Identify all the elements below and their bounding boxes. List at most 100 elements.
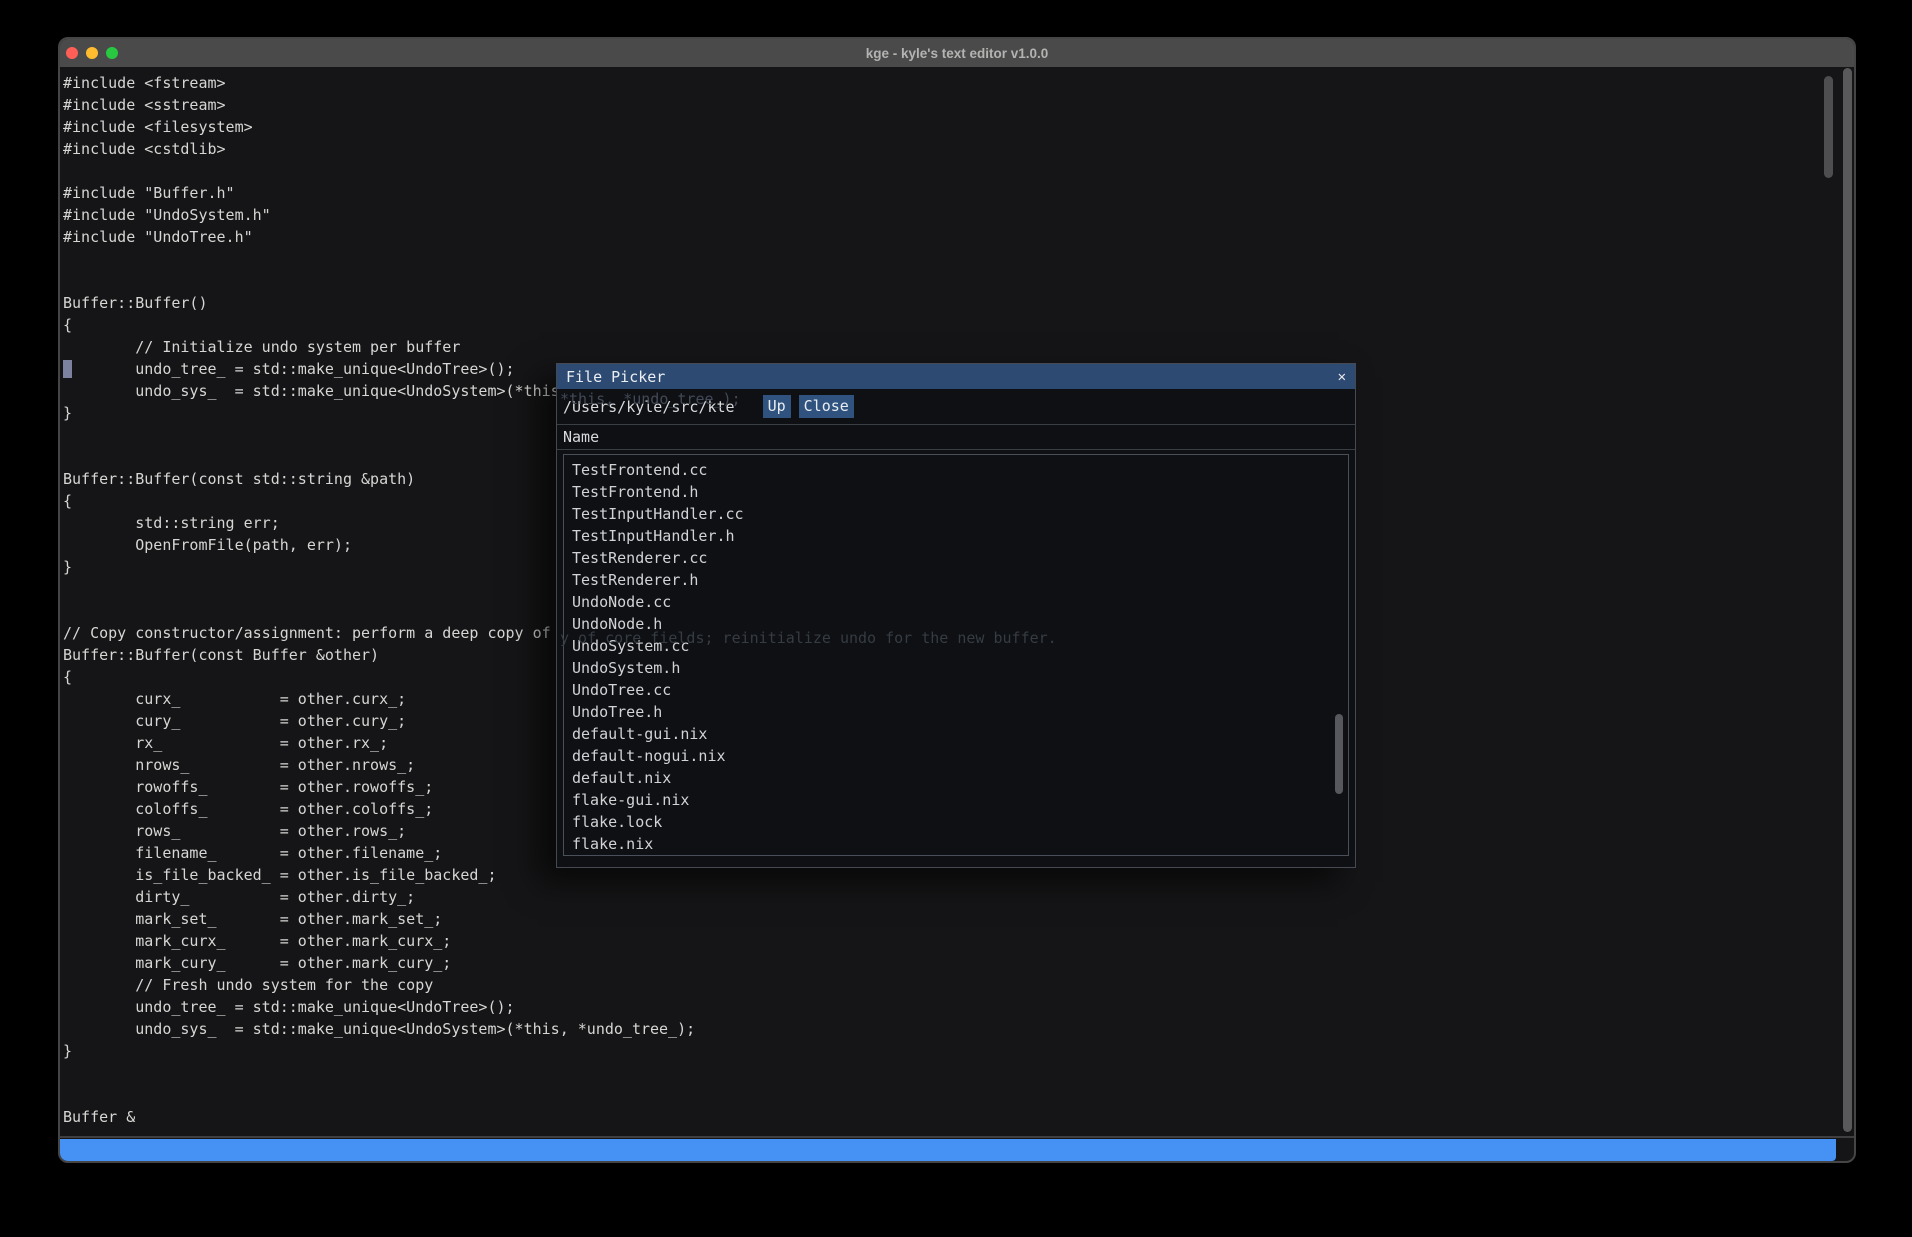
code-line-text: #include <cstdlib> (63, 140, 226, 158)
code-line-text: Buffer & (63, 1108, 135, 1126)
window-title: kge - kyle's text editor v1.0.0 (866, 46, 1049, 61)
code-line-text: { (63, 492, 72, 510)
zoom-window-icon[interactable] (106, 47, 118, 59)
editor-scrollbar-thumb[interactable] (1824, 76, 1833, 178)
code-line-text: { (63, 316, 72, 334)
file-item[interactable]: default-nogui.nix (564, 745, 1348, 767)
code-line-text: filename_ = other.filename_; (63, 844, 442, 862)
up-button[interactable]: Up (763, 395, 791, 418)
file-item[interactable]: flake.lock (564, 811, 1348, 833)
code-line-text: undo_sys_ = std::make_unique<UndoSystem>… (63, 1020, 695, 1038)
statusbar-separator (60, 1136, 1854, 1138)
dialog-titlebar[interactable]: File Picker ✕ (557, 364, 1355, 389)
traffic-lights (66, 39, 118, 67)
minimize-window-icon[interactable] (86, 47, 98, 59)
code-line (63, 248, 1854, 270)
window-scrollbar[interactable] (1843, 68, 1852, 1132)
close-window-icon[interactable] (66, 47, 78, 59)
code-line: #include <filesystem> (63, 116, 1854, 138)
code-line-text: std::string err; (63, 514, 280, 532)
code-line (63, 1084, 1854, 1106)
file-item[interactable]: TestFrontend.cc (564, 459, 1348, 481)
code-line: #include <sstream> (63, 94, 1854, 116)
code-line-text: Buffer::Buffer(const Buffer &other) (63, 646, 379, 664)
code-line-text: rows_ = other.rows_; (63, 822, 406, 840)
code-line-text: mark_set_ = other.mark_set_; (63, 910, 442, 928)
path-row: /Users/kyle/src/kte Up Close (557, 389, 1355, 425)
code-line (63, 1062, 1854, 1084)
file-item[interactable]: TestRenderer.cc (564, 547, 1348, 569)
code-line-text: // Fresh undo system for the copy (63, 976, 433, 994)
code-line-text: cury_ = other.cury_; (63, 712, 406, 730)
code-line-text: is_file_backed_ = other.is_file_backed_; (63, 866, 496, 884)
code-line: Buffer::Buffer() (63, 292, 1854, 314)
file-item[interactable]: UndoNode.cc (564, 591, 1348, 613)
code-line-text: #include "UndoSystem.h" (63, 206, 271, 224)
file-item[interactable]: default.nix (564, 767, 1348, 789)
file-item[interactable]: UndoNode.h (564, 613, 1348, 635)
code-line (63, 160, 1854, 182)
code-line: { (63, 314, 1854, 336)
close-icon[interactable]: ✕ (1338, 369, 1346, 385)
code-line: undo_sys_ = std::make_unique<UndoSystem>… (63, 1018, 1854, 1040)
code-line-text: } (63, 558, 72, 576)
code-line-text: { (63, 668, 72, 686)
file-item[interactable]: TestRenderer.h (564, 569, 1348, 591)
file-item[interactable]: UndoTree.h (564, 701, 1348, 723)
file-item[interactable]: TestInputHandler.cc (564, 503, 1348, 525)
name-column-header-row: Name (557, 425, 1355, 450)
code-line-text: mark_curx_ = other.mark_curx_; (63, 932, 451, 950)
file-picker-dialog: File Picker ✕ /Users/kyle/src/kte Up Clo… (556, 363, 1356, 868)
code-line-text: Buffer::Buffer() (63, 294, 208, 312)
code-line-text: dirty_ = other.dirty_; (63, 888, 415, 906)
code-line-text: rowoffs_ = other.rowoffs_; (63, 778, 433, 796)
code-line-text: mark_cury_ = other.mark_cury_; (63, 954, 451, 972)
code-line: // Fresh undo system for the copy (63, 974, 1854, 996)
code-line-text: nrows_ = other.nrows_; (63, 756, 415, 774)
code-line: #include <cstdlib> (63, 138, 1854, 160)
code-line-text: #include <filesystem> (63, 118, 253, 136)
code-line-text: undo_tree_ = std::make_unique<UndoTree>(… (63, 998, 515, 1016)
file-list[interactable]: TestFrontend.ccTestFrontend.hTestInputHa… (563, 454, 1349, 856)
code-line: mark_cury_ = other.mark_cury_; (63, 952, 1854, 974)
code-line: // Initialize undo system per buffer (63, 336, 1854, 358)
current-path-label: /Users/kyle/src/kte (563, 398, 735, 416)
code-line: #include <fstream> (63, 72, 1854, 94)
file-item[interactable]: UndoTree.cc (564, 679, 1348, 701)
list-scrollbar-thumb[interactable] (1335, 714, 1343, 794)
name-column-header: Name (563, 428, 599, 446)
dialog-title: File Picker (566, 368, 1338, 386)
code-line (63, 270, 1854, 292)
window-titlebar[interactable]: kge - kyle's text editor v1.0.0 (60, 39, 1854, 67)
code-line-text: Buffer::Buffer(const std::string &path) (63, 470, 415, 488)
code-line: #include "UndoTree.h" (63, 226, 1854, 248)
editor-cursor (63, 360, 72, 378)
code-line-text: #include <sstream> (63, 96, 226, 114)
file-item[interactable]: UndoSystem.cc (564, 635, 1348, 657)
code-line: undo_tree_ = std::make_unique<UndoTree>(… (63, 996, 1854, 1018)
file-item[interactable]: flake.nix (564, 833, 1348, 855)
code-line-text: rx_ = other.rx_; (63, 734, 388, 752)
file-item[interactable]: UndoSystem.h (564, 657, 1348, 679)
code-line-text: // Initialize undo system per buffer (63, 338, 460, 356)
status-bar: kge v1.0.0 [1/1] Buffer.cc 486L Open Fil… (60, 1139, 1836, 1161)
code-line-text: } (63, 404, 72, 422)
code-line: #include "UndoSystem.h" (63, 204, 1854, 226)
code-line-text: #include <fstream> (63, 74, 226, 92)
file-item[interactable]: flake-gui.nix (564, 789, 1348, 811)
file-item[interactable]: TestFrontend.h (564, 481, 1348, 503)
code-line: } (63, 1040, 1854, 1062)
code-line-text: OpenFromFile(path, err); (63, 536, 352, 554)
status-version-file: kge v1.0.0 [1/1] Buffer.cc 486L (70, 1161, 349, 1163)
code-line: mark_curx_ = other.mark_curx_; (63, 930, 1854, 952)
code-line-text: #include "Buffer.h" (63, 184, 235, 202)
code-line: dirty_ = other.dirty_; (63, 886, 1854, 908)
code-line-text: coloffs_ = other.coloffs_; (63, 800, 433, 818)
code-line-text: undo_tree_ = std::make_unique<UndoTree>(… (63, 360, 515, 378)
code-line-text: #include "UndoTree.h" (63, 228, 253, 246)
code-line-text: } (63, 1042, 72, 1060)
file-item[interactable]: default-gui.nix (564, 723, 1348, 745)
file-item[interactable]: TestInputHandler.h (564, 525, 1348, 547)
code-line: mark_set_ = other.mark_set_; (63, 908, 1854, 930)
close-button[interactable]: Close (799, 395, 854, 418)
